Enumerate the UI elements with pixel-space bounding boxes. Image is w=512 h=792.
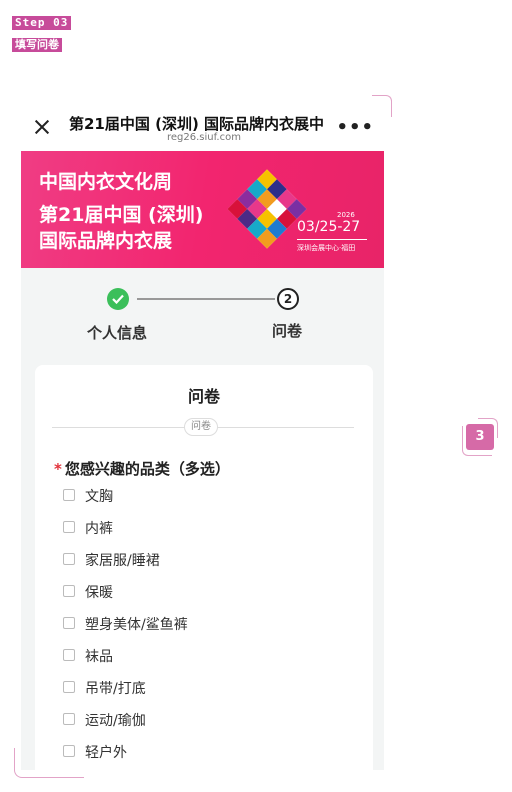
checkbox[interactable] [63, 553, 75, 565]
checkbox[interactable] [63, 745, 75, 757]
progress-connector [137, 298, 275, 300]
section-tag: 问卷 [184, 418, 218, 436]
checkbox[interactable] [63, 617, 75, 629]
banner-year: 2026 [337, 211, 355, 219]
option-label: 吊带/打底 [85, 681, 146, 697]
checkbox[interactable] [63, 713, 75, 725]
option-label: 轻户外 [85, 745, 127, 761]
checkbox[interactable] [63, 489, 75, 501]
checkbox[interactable] [63, 681, 75, 693]
page-url: reg26.siuf.com [167, 132, 241, 143]
phone-screen: 第21届中国 (深圳) 国际品牌内衣展中 reg26.siuf.com ••• [21, 104, 384, 770]
step-badge: 3 [466, 424, 494, 450]
browser-topbar: 第21届中国 (深圳) 国际品牌内衣展中 reg26.siuf.com ••• [21, 104, 384, 151]
question-title: * 您感兴趣的品类（多选） [54, 458, 230, 479]
checkbox[interactable] [63, 649, 75, 661]
page-title: 第21届中国 (深圳) 国际品牌内衣展中 [69, 115, 325, 133]
question-text: 您感兴趣的品类（多选） [64, 460, 230, 478]
more-options-icon[interactable]: ••• [336, 117, 374, 138]
required-mark: * [54, 460, 62, 478]
step-complete-icon [107, 288, 129, 310]
close-icon[interactable] [33, 118, 51, 136]
option-label: 袜品 [85, 649, 113, 665]
step-progress: 2 个人信息 问卷 [21, 268, 384, 358]
banner-line-2: 第21届中国 (深圳) [39, 204, 204, 226]
banner-venue: 深圳会展中心·福田 [297, 244, 356, 252]
event-banner: 中国内衣文化周 第21届中国 (深圳) 国际品牌内衣展 2026 03/25-2… [21, 151, 384, 268]
banner-line-1: 中国内衣文化周 [39, 171, 173, 193]
banner-dates: 03/25-27 [297, 219, 361, 235]
option-label: 文胸 [85, 489, 113, 505]
questionnaire-card: 问卷 问卷 * 您感兴趣的品类（多选） 文胸 内裤 家居服/睡裙 保暖 塑身美体/… [35, 365, 373, 770]
banner-line-3: 国际品牌内衣展 [39, 230, 173, 252]
banner-divider [297, 239, 367, 240]
option-label: 家居服/睡裙 [85, 553, 160, 569]
step-2-circle: 2 [277, 288, 299, 310]
option-label: 内裤 [85, 521, 113, 537]
option-label: 运动/瑜伽 [85, 713, 146, 729]
step-1-label[interactable]: 个人信息 [87, 322, 147, 343]
step-title-tag: 填写问卷 [12, 38, 62, 52]
step-2-label[interactable]: 问卷 [272, 320, 302, 341]
checkbox[interactable] [63, 585, 75, 597]
step-number-tag: Step 03 [12, 16, 72, 30]
option-label: 保暖 [85, 585, 113, 601]
card-title: 问卷 [187, 387, 220, 406]
option-label: 塑身美体/鲨鱼裤 [85, 617, 188, 633]
checkbox[interactable] [63, 521, 75, 533]
